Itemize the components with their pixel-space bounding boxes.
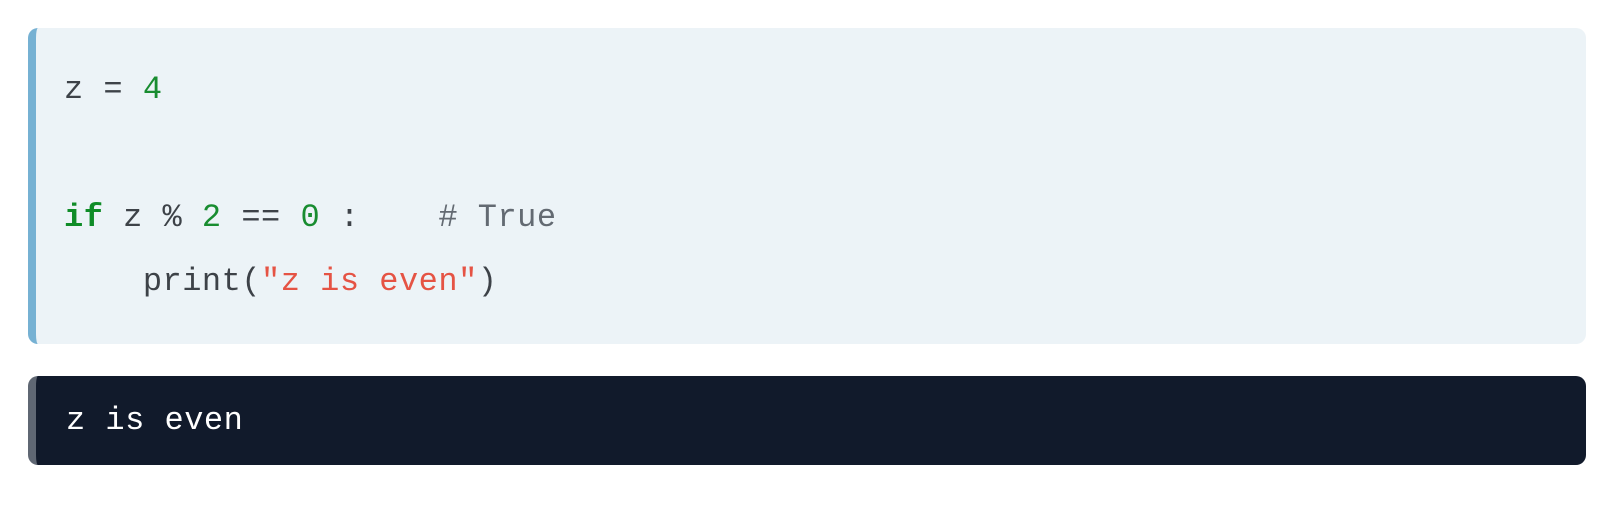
token-indent [64,263,143,300]
code-line-1: z = 4 [64,71,163,108]
output-text: z is even [66,402,243,439]
code-input-block: z = 4 if z % 2 == 0 : # True print("z is… [28,28,1586,344]
token-function: print [143,263,242,300]
token-space [182,199,202,236]
token-space [222,199,242,236]
token-colon: : [340,199,360,236]
token-number: 0 [300,199,320,236]
token-number: 2 [202,199,222,236]
code-line-3: if z % 2 == 0 : # True [64,199,557,236]
token-operator: = [103,71,123,108]
token-space [281,199,301,236]
token-number: 4 [143,71,163,108]
token-variable: z [123,199,162,236]
code-line-4: print("z is even") [64,263,497,300]
code-output-block: z is even [28,376,1586,465]
token-operator: == [241,199,280,236]
token-string: "z is even" [261,263,478,300]
token-paren-open: ( [241,263,261,300]
token-paren-close: ) [478,263,498,300]
token-space [123,71,143,108]
token-comment: # True [438,199,556,236]
token-space [360,199,439,236]
token-variable: z [64,71,103,108]
token-space [103,199,123,236]
token-space [320,199,340,236]
token-operator: % [163,199,183,236]
token-keyword: if [64,199,103,236]
